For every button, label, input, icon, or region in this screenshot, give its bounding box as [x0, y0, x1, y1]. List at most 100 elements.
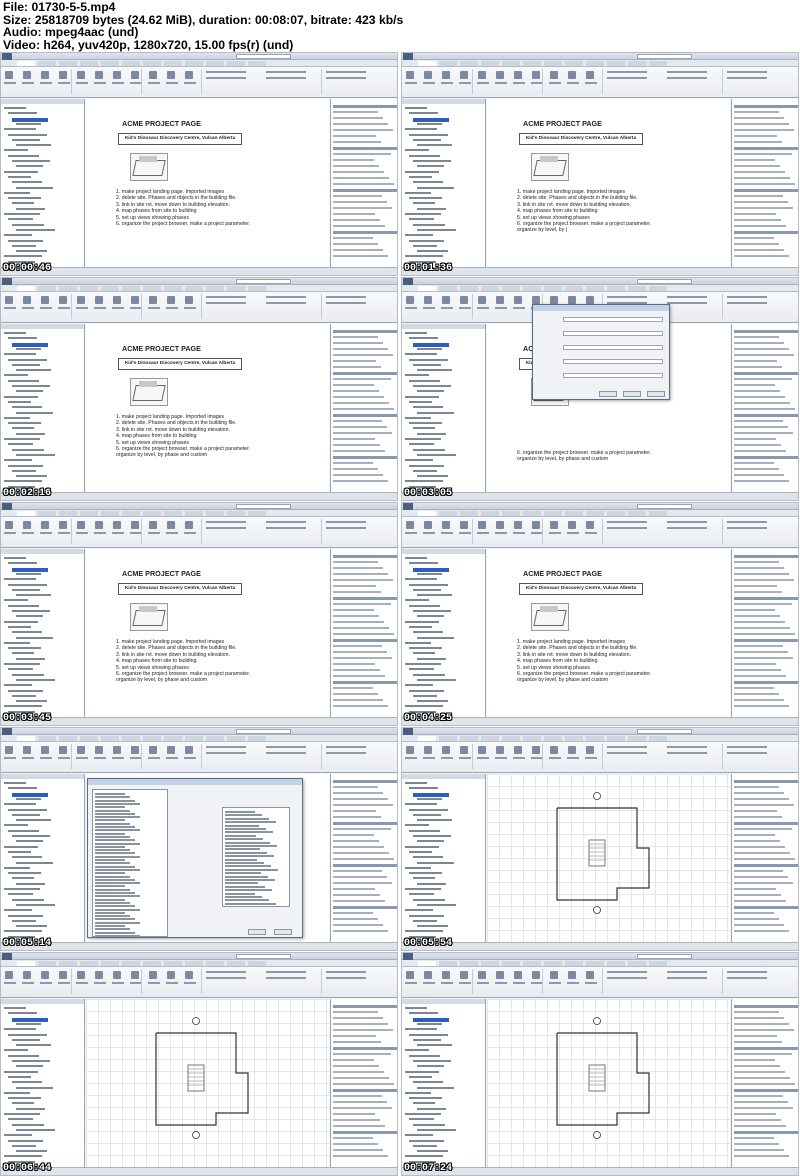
- ribbon-small-tool[interactable]: [206, 752, 246, 754]
- ribbon-tab[interactable]: [502, 511, 520, 516]
- property-row[interactable]: [734, 249, 784, 251]
- application-menu-button[interactable]: [2, 503, 12, 510]
- tree-item[interactable]: [417, 411, 454, 414]
- ribbon-small-tool[interactable]: [607, 752, 647, 754]
- ribbon-tab[interactable]: [185, 736, 203, 741]
- ribbon-tool-icon[interactable]: [442, 971, 450, 979]
- tree-item[interactable]: [405, 332, 427, 334]
- property-row[interactable]: [333, 852, 389, 854]
- ribbon-small-tool[interactable]: [667, 971, 707, 973]
- tree-item[interactable]: [4, 353, 36, 356]
- property-row[interactable]: [333, 591, 381, 593]
- ribbon-tool-icon[interactable]: [149, 521, 157, 529]
- property-row[interactable]: [333, 651, 387, 653]
- ribbon-tool-icon[interactable]: [41, 971, 49, 979]
- filter-item[interactable]: [225, 902, 276, 905]
- ribbon-tab[interactable]: [460, 286, 478, 291]
- tree-item[interactable]: [409, 647, 442, 650]
- ribbon-tool-icon[interactable]: [41, 746, 49, 754]
- property-row[interactable]: [734, 567, 784, 569]
- property-row[interactable]: [734, 1053, 792, 1055]
- property-row[interactable]: [333, 810, 376, 812]
- tree-item[interactable]: [4, 213, 40, 215]
- ribbon-tab[interactable]: [80, 961, 98, 966]
- property-group-header[interactable]: [734, 1047, 798, 1050]
- tree-item[interactable]: [413, 363, 441, 366]
- filter-item[interactable]: [225, 879, 275, 881]
- category-item[interactable]: [95, 816, 140, 819]
- category-item[interactable]: [95, 908, 140, 911]
- filter-item[interactable]: [225, 896, 262, 898]
- property-row[interactable]: [734, 900, 786, 902]
- ribbon-tool-icon[interactable]: [23, 521, 31, 529]
- property-group-header[interactable]: [333, 330, 397, 333]
- ribbon-tool-icon[interactable]: [167, 971, 175, 979]
- property-row[interactable]: [734, 924, 784, 926]
- ribbon-small-tool[interactable]: [667, 521, 707, 523]
- tree-item[interactable]: [4, 170, 38, 173]
- ribbon-tab[interactable]: [17, 61, 35, 66]
- tree-item[interactable]: [409, 668, 434, 671]
- tree-item[interactable]: [405, 1113, 441, 1115]
- tree-item[interactable]: [417, 903, 456, 906]
- property-row[interactable]: [734, 141, 782, 143]
- property-row[interactable]: [734, 918, 779, 920]
- tree-item[interactable]: [405, 170, 439, 173]
- tree-item[interactable]: [409, 1033, 448, 1036]
- tree-item[interactable]: [8, 604, 39, 607]
- tree-item[interactable]: [417, 207, 446, 210]
- tree-item[interactable]: [405, 149, 429, 152]
- ribbon-tool-icon[interactable]: [568, 746, 576, 754]
- ribbon-small-tool[interactable]: [667, 302, 707, 304]
- tree-item[interactable]: [413, 898, 445, 901]
- property-row[interactable]: [734, 402, 790, 404]
- ribbon-small-tool[interactable]: [607, 71, 647, 73]
- ribbon-small-tool[interactable]: [326, 77, 366, 79]
- property-row[interactable]: [734, 585, 777, 587]
- property-row[interactable]: [333, 1053, 391, 1055]
- tree-item[interactable]: [417, 347, 442, 350]
- property-row[interactable]: [333, 201, 387, 203]
- ribbon-small-tool[interactable]: [326, 746, 366, 748]
- tree-item[interactable]: [8, 1075, 31, 1078]
- tree-item[interactable]: [8, 583, 47, 586]
- ribbon-tool-icon[interactable]: [514, 296, 522, 304]
- tree-item[interactable]: [12, 1060, 50, 1062]
- tree-item[interactable]: [405, 191, 431, 194]
- tree-item[interactable]: [16, 475, 47, 478]
- tree-item[interactable]: [8, 647, 41, 650]
- property-row[interactable]: [333, 1077, 389, 1079]
- property-row[interactable]: [734, 171, 785, 173]
- ribbon-tool-icon[interactable]: [514, 746, 522, 754]
- tree-item[interactable]: [405, 107, 427, 109]
- tree-item[interactable]: [413, 1081, 443, 1084]
- application-menu-button[interactable]: [403, 503, 413, 510]
- tree-item[interactable]: [413, 1060, 451, 1062]
- tree-item[interactable]: [405, 374, 429, 377]
- ribbon-small-tool[interactable]: [206, 746, 246, 748]
- property-row[interactable]: [333, 153, 391, 155]
- tree-item[interactable]: [413, 202, 435, 205]
- property-row[interactable]: [734, 846, 785, 848]
- property-row[interactable]: [734, 384, 775, 386]
- property-row[interactable]: [333, 426, 387, 428]
- property-row[interactable]: [333, 1065, 379, 1067]
- ribbon-tool-icon[interactable]: [131, 746, 139, 754]
- property-row[interactable]: [333, 1029, 393, 1031]
- ribbon-tool-icon[interactable]: [406, 521, 414, 529]
- tree-item[interactable]: [12, 1081, 42, 1084]
- ribbon-tab[interactable]: [122, 286, 140, 291]
- property-row[interactable]: [734, 816, 782, 818]
- property-row[interactable]: [734, 390, 780, 392]
- project-browser[interactable]: [1, 324, 85, 492]
- property-row[interactable]: [333, 366, 381, 368]
- property-group-header[interactable]: [333, 105, 397, 108]
- property-row[interactable]: [734, 1125, 786, 1127]
- ribbon-tab[interactable]: [607, 736, 625, 741]
- ribbon-tool-icon[interactable]: [167, 71, 175, 79]
- filter-item[interactable]: [225, 851, 267, 854]
- filter-item[interactable]: [225, 817, 269, 820]
- ribbon-small-tool[interactable]: [727, 746, 767, 748]
- ribbon-small-tool[interactable]: [727, 527, 767, 529]
- ribbon-tab[interactable]: [164, 286, 182, 291]
